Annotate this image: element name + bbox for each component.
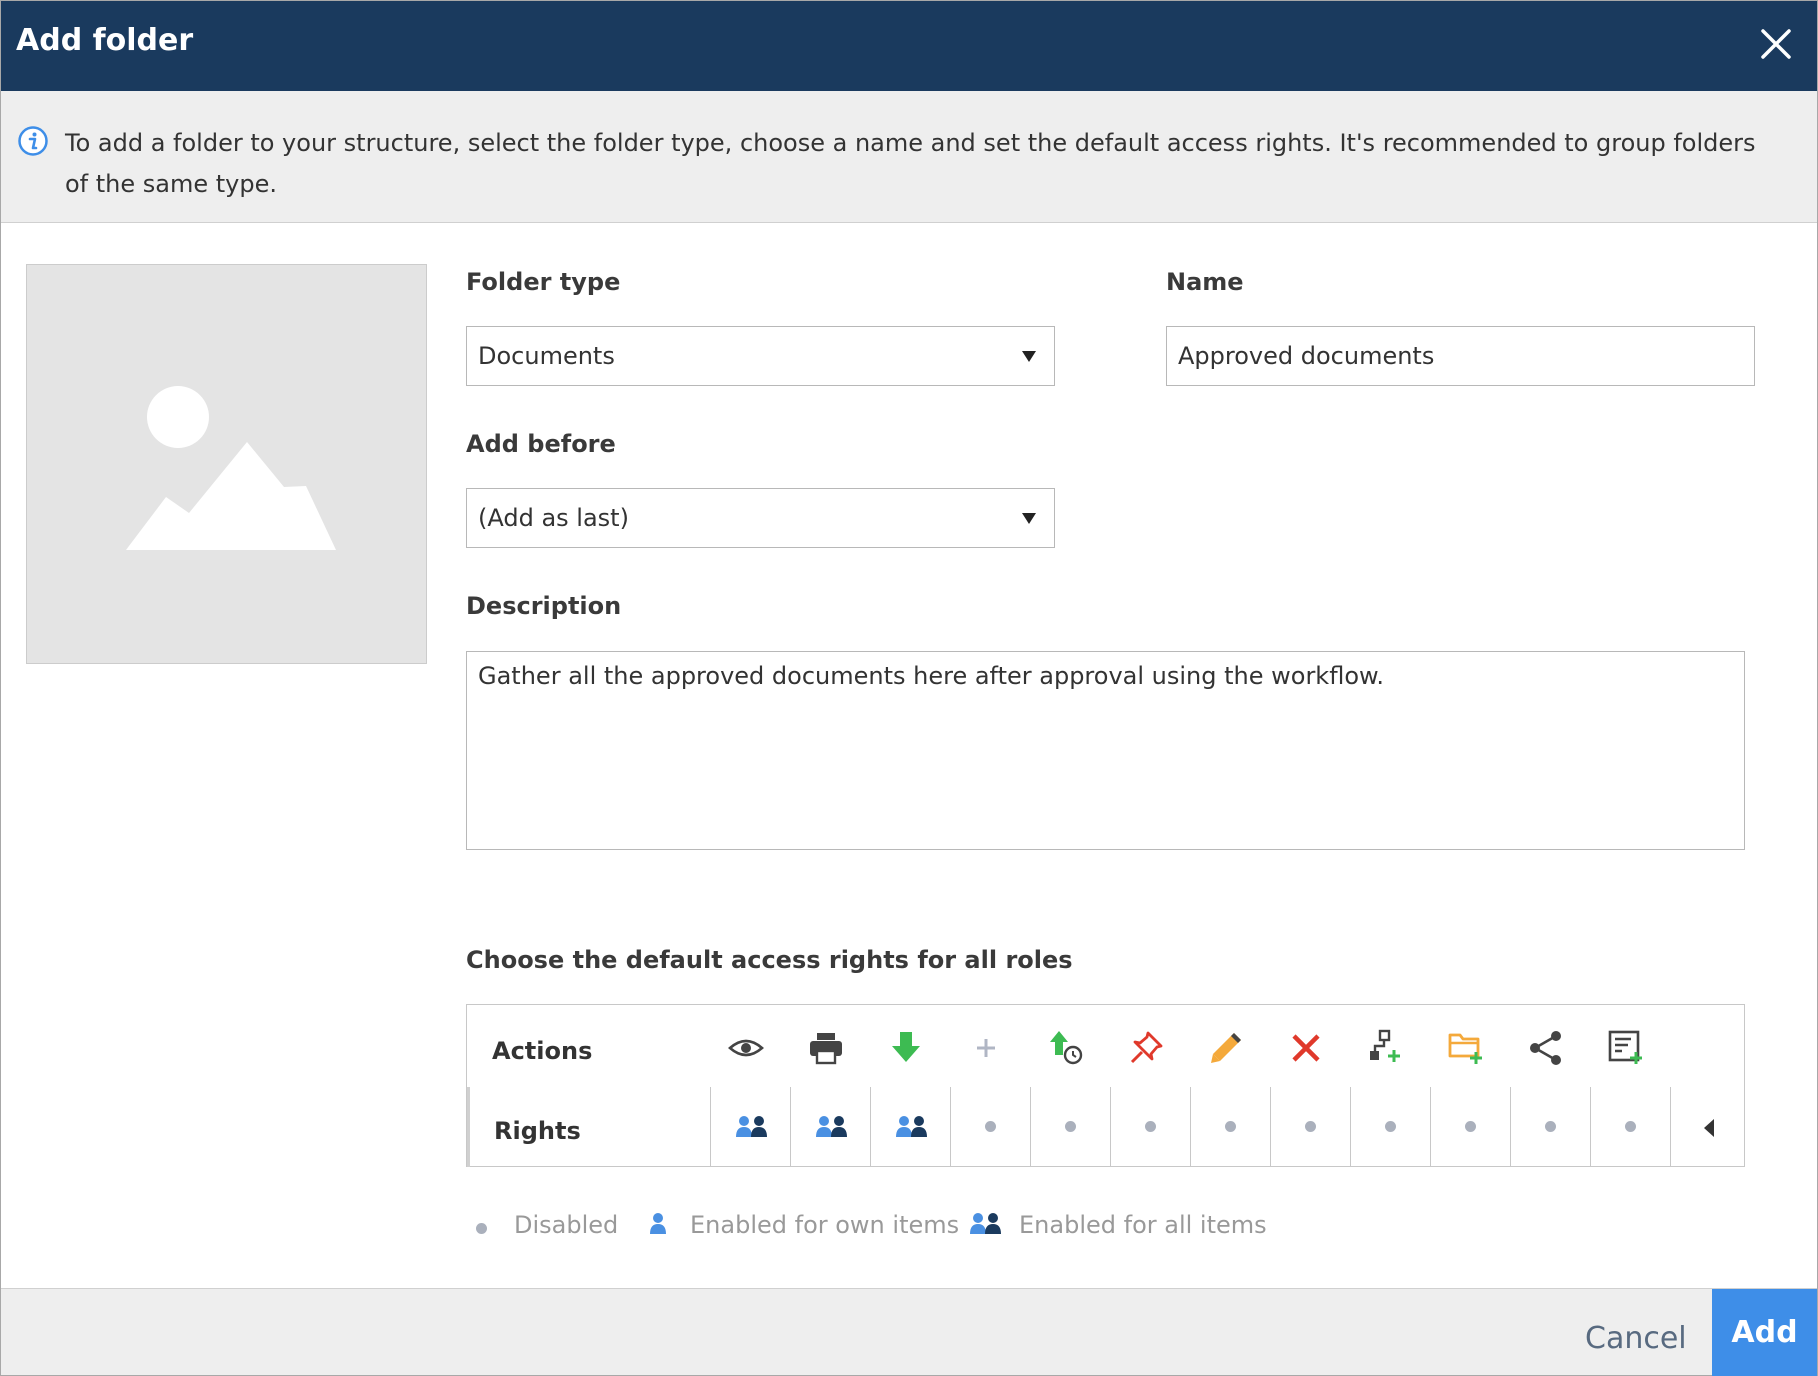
folder-type-select[interactable]: Documents <box>466 326 1055 386</box>
chevron-left-icon <box>1704 1119 1714 1137</box>
dropdown-arrow-icon <box>1022 351 1036 362</box>
pin-icon <box>1130 1031 1163 1064</box>
disabled-dot-icon <box>1385 1121 1396 1132</box>
pencil-icon <box>1211 1033 1241 1063</box>
info-icon <box>18 126 48 156</box>
description-value: Gather all the approved documents here a… <box>478 662 1385 690</box>
close-icon[interactable] <box>1757 25 1795 63</box>
name-input[interactable]: Approved documents <box>1166 326 1755 386</box>
right-toggle-delete[interactable] <box>1270 1087 1350 1167</box>
rights-row-label: Rights <box>494 1117 581 1145</box>
dialog-header: Add folder <box>1 1 1817 91</box>
access-rights-heading: Choose the default access rights for all… <box>466 946 1073 974</box>
dialog-footer: Cancel Add <box>1 1288 1817 1376</box>
folder-image-placeholder[interactable] <box>26 264 427 664</box>
disabled-dot-icon <box>1545 1121 1556 1132</box>
scroll-left-button[interactable] <box>1670 1087 1745 1167</box>
legend-all: Enabled for all items <box>1019 1211 1267 1239</box>
form-add-icon <box>1608 1030 1642 1064</box>
right-toggle-form[interactable] <box>1590 1087 1670 1167</box>
workflow-add-icon <box>1370 1029 1400 1062</box>
right-toggle-workflow[interactable] <box>1350 1087 1430 1167</box>
disabled-dot-icon <box>1145 1121 1156 1132</box>
add-before-select[interactable]: (Add as last) <box>466 488 1055 548</box>
right-toggle-add-folder[interactable] <box>1430 1087 1510 1167</box>
printer-icon <box>810 1033 842 1065</box>
right-toggle-share[interactable] <box>1510 1087 1590 1167</box>
add-button[interactable]: Add <box>1712 1289 1817 1376</box>
description-textarea[interactable]: Gather all the approved documents here a… <box>466 651 1745 850</box>
info-text: To add a folder to your structure, selec… <box>65 129 1756 198</box>
info-banner: To add a folder to your structure, selec… <box>1 91 1817 223</box>
users-all-icon <box>816 1116 847 1137</box>
upload-clock-icon <box>1050 1031 1083 1065</box>
disabled-dot-icon <box>1305 1121 1316 1132</box>
disabled-dot-icon <box>1065 1121 1076 1132</box>
legend-disabled-icon <box>476 1223 487 1234</box>
download-arrow-icon <box>892 1032 920 1062</box>
legend-all-icon <box>970 1213 1001 1234</box>
plus-icon <box>977 1039 995 1057</box>
eye-icon <box>728 1039 764 1057</box>
disabled-dot-icon <box>1625 1121 1636 1132</box>
cancel-button[interactable]: Cancel <box>1585 1321 1687 1356</box>
right-toggle-download[interactable] <box>870 1087 950 1167</box>
name-value: Approved documents <box>1178 342 1435 370</box>
add-before-label: Add before <box>466 430 616 458</box>
access-rights-table: Actions Rights <box>466 1004 1745 1167</box>
dropdown-arrow-icon <box>1022 513 1036 524</box>
legend-disabled: Disabled <box>514 1211 619 1239</box>
right-toggle-edit[interactable] <box>1190 1087 1270 1167</box>
right-toggle-view[interactable] <box>710 1087 790 1167</box>
users-all-icon <box>736 1116 767 1137</box>
legend-own: Enabled for own items <box>690 1211 960 1239</box>
folder-type-value: Documents <box>478 342 615 370</box>
folder-add-icon <box>1448 1033 1482 1064</box>
legend-own-icon <box>650 1213 666 1234</box>
add-folder-dialog: Add folder To add a folder to your struc… <box>0 0 1818 1376</box>
folder-type-label: Folder type <box>466 268 621 296</box>
row-indicator <box>467 1087 470 1167</box>
disabled-dot-icon <box>1465 1121 1476 1132</box>
dialog-title: Add folder <box>16 23 194 58</box>
name-label: Name <box>1166 268 1244 296</box>
right-toggle-upload-version[interactable] <box>1030 1087 1110 1167</box>
disabled-dot-icon <box>1225 1121 1236 1132</box>
image-icon <box>126 386 336 550</box>
right-toggle-print[interactable] <box>790 1087 870 1167</box>
delete-x-icon <box>1292 1034 1320 1062</box>
users-all-icon <box>896 1116 927 1137</box>
description-label: Description <box>466 592 622 620</box>
right-toggle-pin[interactable] <box>1110 1087 1190 1167</box>
right-toggle-add[interactable] <box>950 1087 1030 1167</box>
disabled-dot-icon <box>985 1121 996 1132</box>
actions-row-label: Actions <box>492 1037 593 1065</box>
share-icon <box>1530 1031 1561 1065</box>
add-before-value: (Add as last) <box>478 504 629 532</box>
